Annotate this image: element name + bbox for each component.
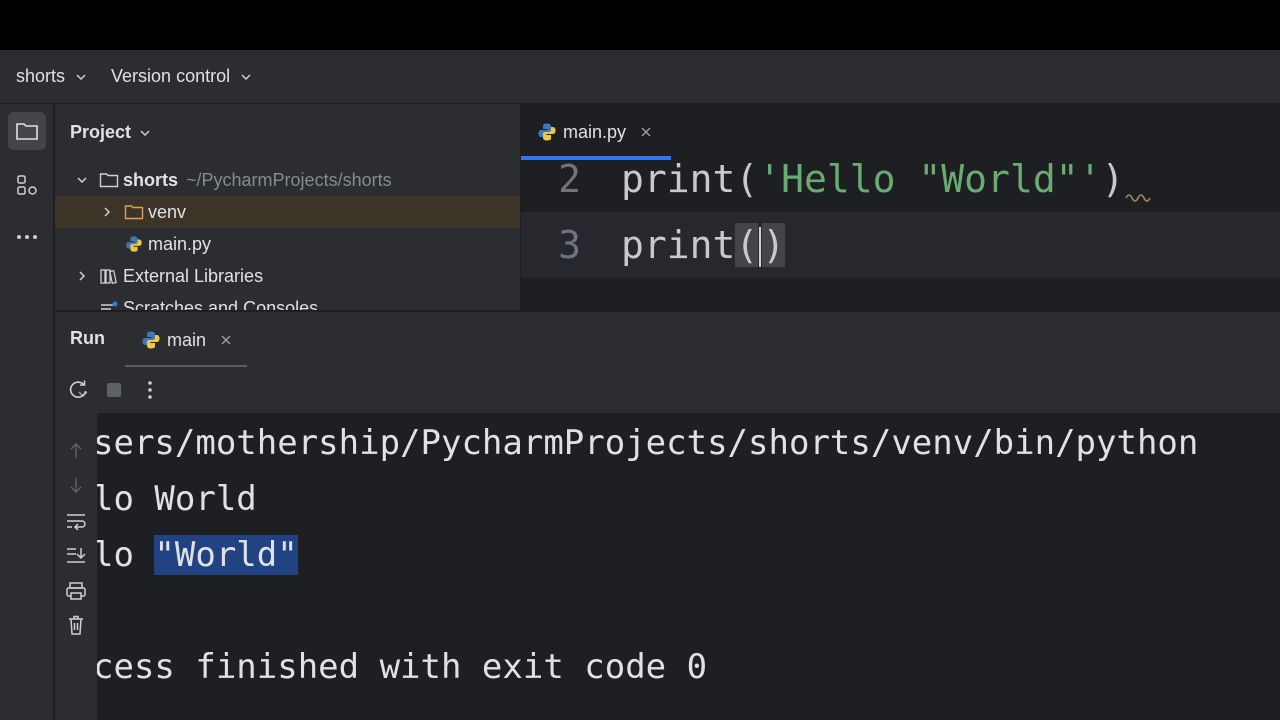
code-line-current[interactable]: 3 print() (521, 212, 1280, 278)
code-editor[interactable]: main.py 2 print('Hello "World"') 3 print… (521, 104, 1280, 310)
tree-item-external-libraries[interactable]: External Libraries (55, 260, 520, 292)
tool-window-strip (0, 104, 54, 720)
scroll-to-end-icon (67, 548, 86, 563)
structure-tool-button[interactable] (8, 166, 46, 204)
tree-item-main-py[interactable]: main.py (55, 228, 520, 260)
chevron-down-icon (140, 129, 150, 136)
tree-item-label: main.py (148, 233, 212, 254)
tree-item-scratches[interactable]: Scratches and Consoles (55, 292, 520, 310)
code-line[interactable]: 2 print('Hello "World"') (521, 146, 1280, 212)
arrow-down-icon (70, 478, 82, 494)
structure-icon (17, 175, 37, 195)
print-button[interactable] (64, 579, 88, 603)
tree-item-shorts[interactable]: shorts ~/PycharmProjects/shorts (55, 164, 520, 196)
editor-tab-label: main.py (563, 121, 627, 142)
tree-item-path-hint: ~/PycharmProjects/shorts (186, 169, 392, 190)
vcs-widget[interactable]: Version control (111, 66, 252, 87)
project-name: shorts (16, 66, 66, 86)
console-line: lo World (97, 479, 257, 519)
library-icon (100, 269, 117, 285)
chevron-down-icon (76, 73, 86, 80)
console-line: cess finished with exit code 0 (97, 647, 708, 687)
scratches-icon (101, 301, 118, 310)
console-text: lo (97, 535, 155, 575)
close-icon[interactable] (640, 126, 652, 138)
trash-icon (69, 615, 83, 635)
matched-paren-close: ) (762, 222, 786, 267)
run-tool-window: Run main sers/mothership/PycharmProjects… (55, 311, 1280, 720)
tree-item-label: shorts (123, 169, 179, 190)
run-header: Run main (55, 311, 1280, 368)
clear-all-button[interactable] (64, 613, 88, 637)
stop-icon (107, 383, 121, 397)
chevron-down-icon[interactable] (75, 173, 89, 187)
printer-icon (66, 582, 86, 600)
python-file-icon (538, 123, 556, 141)
chevron-right-icon[interactable] (100, 205, 114, 219)
python-file-icon (126, 236, 142, 252)
code-text: print('Hello "World"') (621, 157, 1124, 201)
folder-icon (16, 123, 38, 140)
run-tab-label: main (167, 329, 207, 350)
code-token-function: print (621, 222, 736, 267)
more-vertical-icon (148, 381, 152, 399)
project-panel: Project shorts ~/PycharmProjects/shorts … (55, 104, 520, 310)
chevron-right-icon[interactable] (75, 269, 89, 283)
arrow-up-icon (70, 442, 82, 458)
line-number: 2 (558, 157, 581, 201)
warning-squiggle (1125, 194, 1151, 202)
rerun-button[interactable] (63, 375, 93, 405)
run-panel-title: Run (70, 328, 105, 348)
soft-wrap-button[interactable] (64, 509, 88, 533)
rerun-icon (69, 380, 88, 398)
python-file-icon (142, 331, 160, 349)
scroll-up-button[interactable] (64, 439, 88, 463)
code-token-paren: ) (1101, 157, 1125, 201)
code-text: print() (621, 222, 786, 268)
project-tool-button[interactable] (8, 112, 46, 150)
console-output[interactable]: sers/mothership/PycharmProjects/shorts/v… (97, 413, 1280, 720)
folder-icon (99, 173, 119, 188)
scroll-to-end-button[interactable] (64, 543, 88, 567)
code-token-function: print (621, 157, 736, 201)
run-tab-main[interactable]: main (125, 312, 247, 368)
more-horizontal-icon (17, 235, 37, 239)
folder-icon (124, 205, 144, 220)
letterbox-top (0, 0, 1280, 50)
more-tools-button[interactable] (8, 218, 46, 256)
stop-button[interactable] (99, 375, 129, 405)
console-side-toolbar (55, 413, 97, 720)
code-token-paren: ( (735, 157, 759, 201)
project-panel-title-label: Project (70, 122, 132, 142)
line-number: 3 (558, 223, 581, 267)
close-icon[interactable] (220, 334, 232, 346)
chevron-down-icon (241, 73, 251, 80)
tree-item-label: Scratches and Consoles (123, 297, 319, 311)
tree-item-venv[interactable]: venv (55, 196, 520, 228)
console-line: sers/mothership/PycharmProjects/shorts/v… (97, 423, 1199, 463)
console-line: lo "World" (97, 535, 298, 575)
more-options-button[interactable] (135, 375, 165, 405)
project-widget[interactable]: shorts (16, 66, 87, 87)
main-toolbar: shorts Version control (0, 50, 1280, 104)
project-panel-title[interactable]: Project (70, 122, 151, 143)
code-token-string: 'Hello "World"' (758, 157, 1102, 201)
run-toolbar (55, 367, 1280, 413)
tree-item-label: External Libraries (123, 265, 264, 286)
text-caret (759, 227, 762, 268)
scroll-down-button[interactable] (64, 473, 88, 497)
soft-wrap-icon (67, 514, 86, 530)
tree-item-label: venv (148, 201, 187, 222)
selected-text: "World" (154, 535, 298, 575)
vcs-label: Version control (111, 66, 231, 86)
matched-paren-open: ( (735, 222, 759, 267)
